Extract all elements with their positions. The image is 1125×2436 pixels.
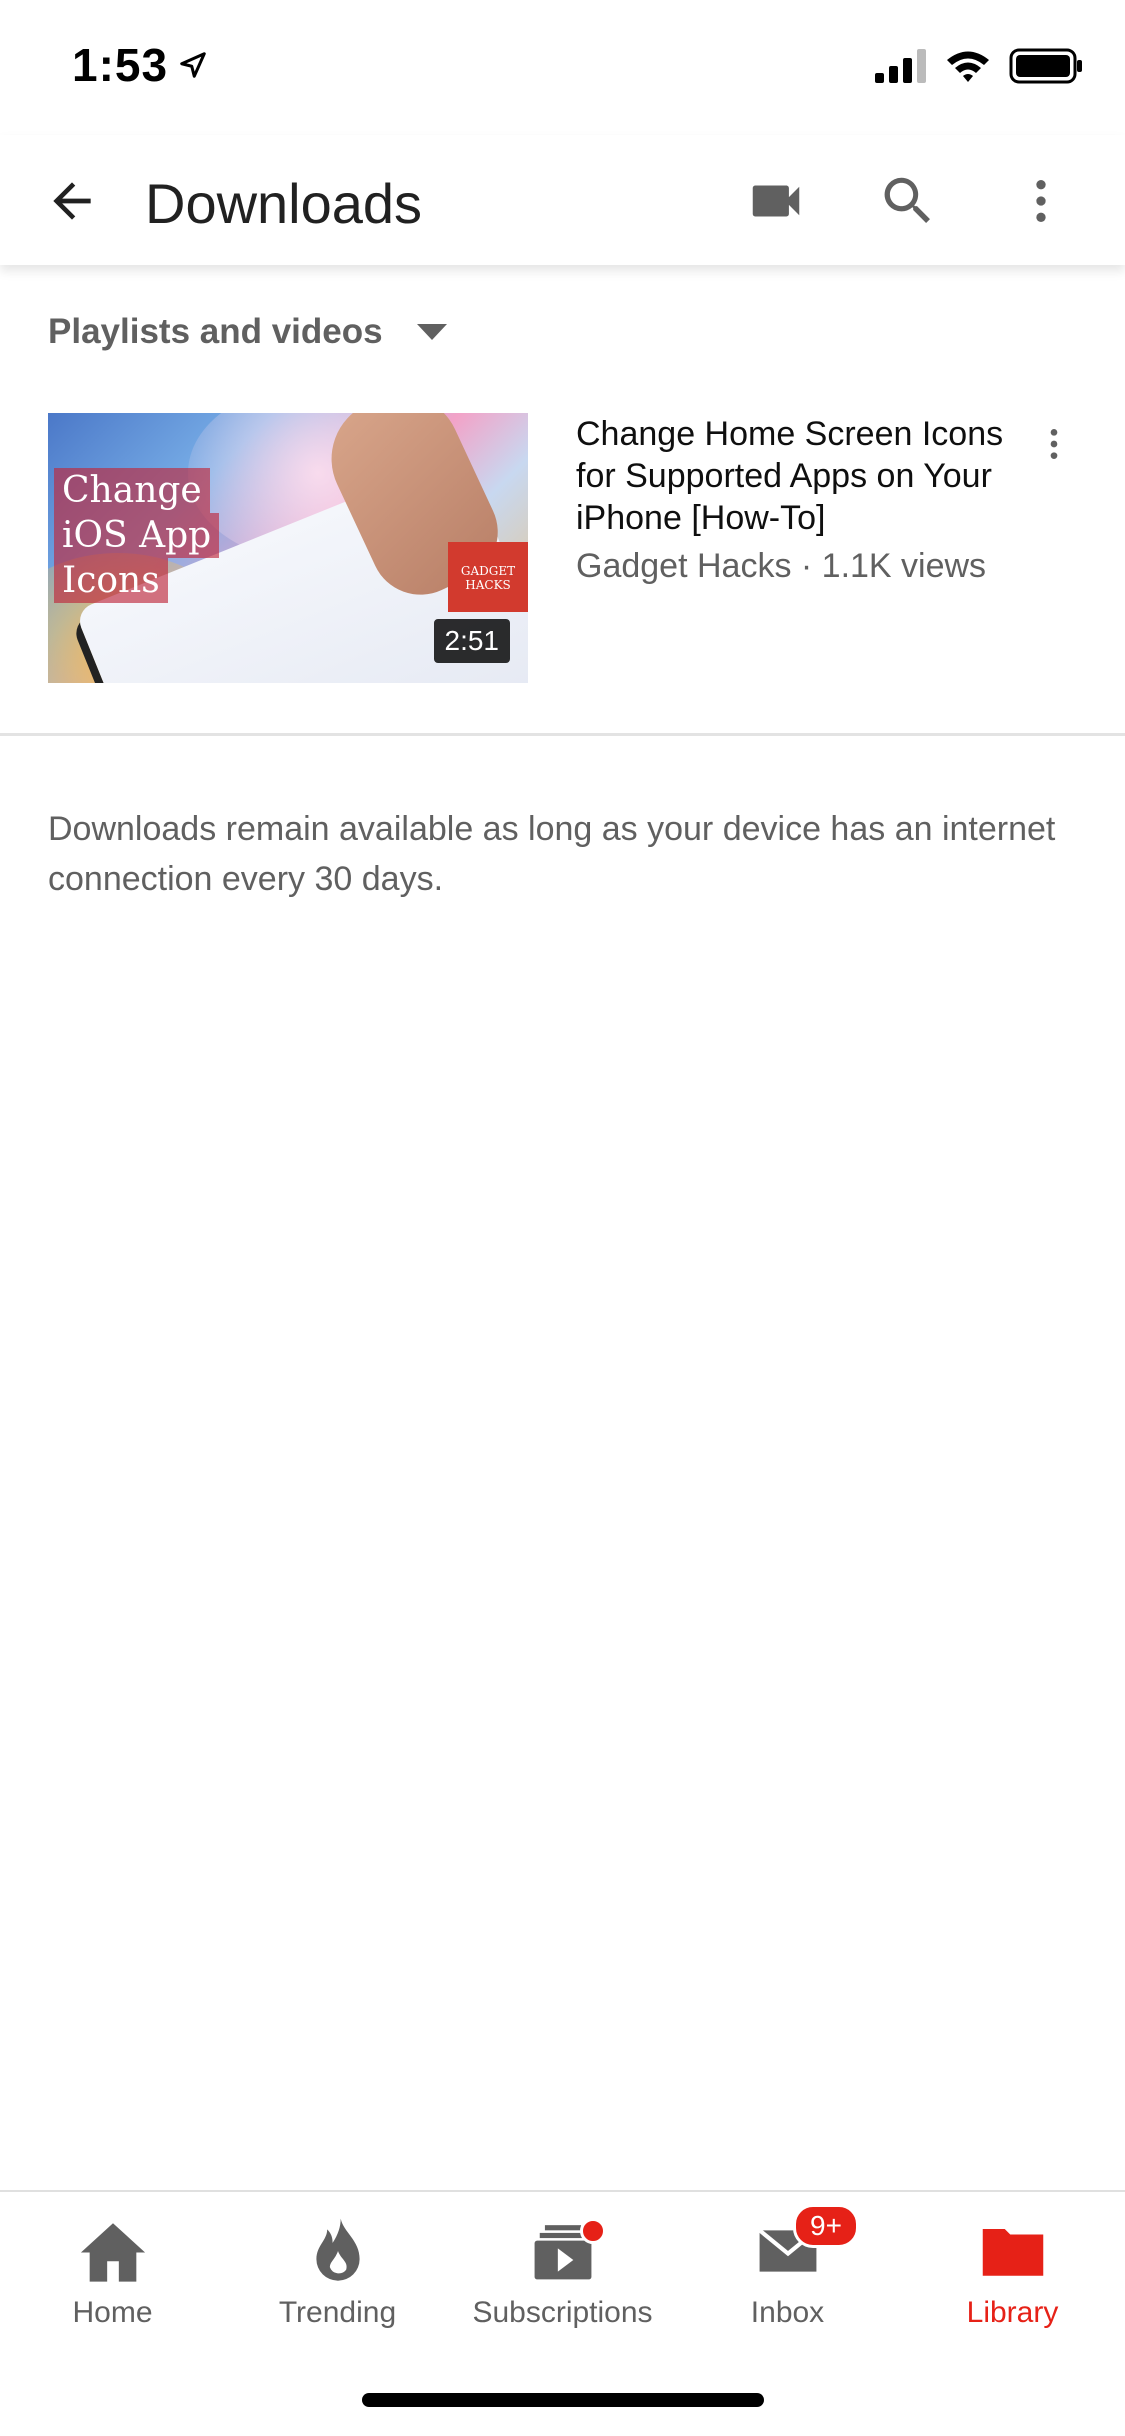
video-title[interactable]: Change Home Screen Icons for Supported A… xyxy=(576,413,1036,539)
logo-text: HACKS xyxy=(465,578,511,592)
video-meta: Change Home Screen Icons for Supported A… xyxy=(576,413,1036,587)
search-button[interactable] xyxy=(872,165,944,237)
new-content-dot xyxy=(580,2218,606,2244)
thumbnail-caption-line: Icons xyxy=(54,558,168,603)
video-channel-views: Gadget Hacks · 1.1K views xyxy=(576,547,987,585)
gadget-hacks-logo: GADGET HACKS xyxy=(448,542,528,612)
nav-label: Inbox xyxy=(750,2296,825,2329)
nav-icon-wrap xyxy=(0,2216,225,2286)
nav-icon-wrap: 9+ xyxy=(675,2204,900,2286)
video-camera-icon xyxy=(752,185,800,217)
home-icon xyxy=(80,2223,145,2282)
more-vert-icon xyxy=(1050,429,1058,459)
nav-icon-wrap xyxy=(900,2216,1125,2286)
dropdown-arrow-icon xyxy=(416,324,447,340)
downloads-screen: 1:53 Downloads Playlists and videos Chan… xyxy=(0,0,1125,2436)
arrow-back-icon xyxy=(53,182,91,220)
nav-icon-wrap xyxy=(450,2216,675,2286)
status-bar: 1:53 xyxy=(0,0,1125,135)
nav-subscriptions[interactable]: Subscriptions xyxy=(450,2216,675,2346)
location-arrow-icon xyxy=(180,52,206,78)
thumbnail-caption-line: iOS App xyxy=(54,513,220,558)
video-options-button[interactable] xyxy=(1030,413,1078,475)
overflow-menu-button[interactable] xyxy=(1005,165,1077,237)
home-indicator[interactable] xyxy=(362,2393,764,2407)
search-icon xyxy=(884,177,930,223)
page-title: Downloads xyxy=(145,172,423,235)
nav-icon-wrap xyxy=(225,2216,450,2286)
folder-icon xyxy=(982,2229,1043,2276)
status-indicators xyxy=(875,48,1083,84)
nav-inbox[interactable]: 9+ Inbox xyxy=(675,2204,900,2346)
logo-text: GADGET xyxy=(460,564,516,578)
thumbnail-caption: Change iOS App Icons xyxy=(54,468,220,603)
nav-label: Trending xyxy=(278,2296,397,2329)
nav-label: Subscriptions xyxy=(472,2296,653,2329)
wifi-icon xyxy=(947,51,989,82)
back-button[interactable] xyxy=(36,165,108,237)
status-time-text: 1:53 xyxy=(72,39,169,91)
video-duration: 2:51 xyxy=(433,619,510,663)
nav-library[interactable]: Library xyxy=(900,2216,1125,2346)
flame-icon xyxy=(315,2218,360,2281)
camera-button[interactable] xyxy=(740,165,812,237)
cellular-signal-icon xyxy=(875,49,926,83)
video-thumbnail[interactable]: Change iOS App Icons GADGET HACKS 2:51 xyxy=(48,413,528,683)
inbox-badge: 9+ xyxy=(793,2204,859,2248)
downloads-info-text: Downloads remain available as long as yo… xyxy=(48,810,1056,898)
downloaded-video-item[interactable]: Change iOS App Icons GADGET HACKS 2:51 C… xyxy=(48,413,1078,685)
filter-dropdown[interactable]: Playlists and videos xyxy=(48,312,447,352)
divider xyxy=(0,733,1125,736)
nav-label: Library xyxy=(966,2296,1059,2329)
filter-label: Playlists and videos xyxy=(48,312,383,351)
app-bar: Downloads xyxy=(0,135,1125,265)
more-vert-icon xyxy=(1036,180,1046,222)
battery-icon xyxy=(1009,48,1082,84)
nav-home[interactable]: Home xyxy=(0,2216,225,2346)
thumbnail-caption-line: Change xyxy=(54,468,210,513)
status-time: 1:53 xyxy=(72,38,208,92)
nav-trending[interactable]: Trending xyxy=(225,2216,450,2346)
nav-label: Home xyxy=(72,2296,153,2329)
